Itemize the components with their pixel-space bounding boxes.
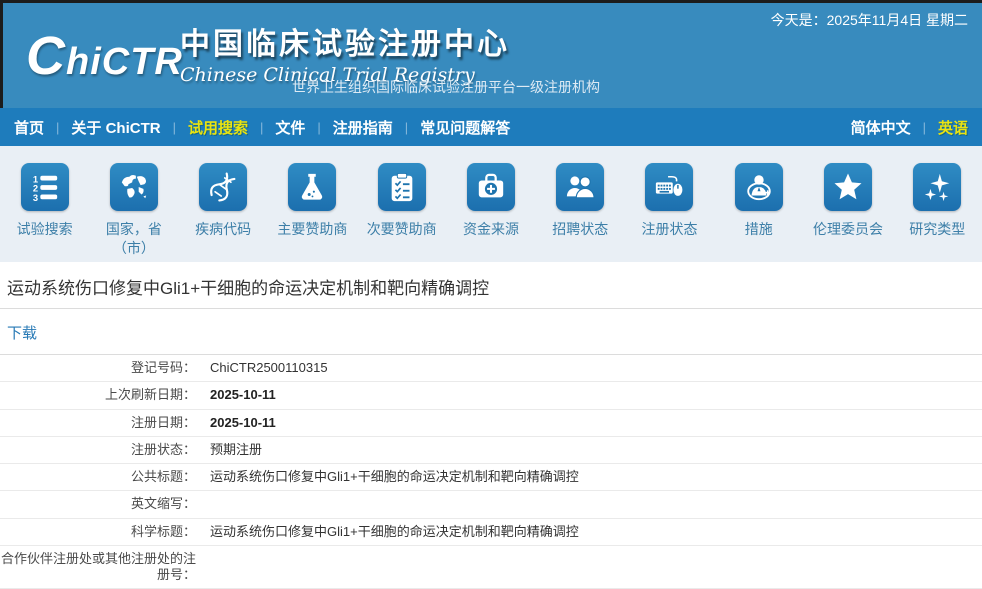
row-value: 预期注册 <box>210 436 982 463</box>
chictr-logo[interactable]: ChiCTR <box>26 26 183 92</box>
quicklink-label: 主要赞助商 <box>268 220 357 239</box>
row-label: 注册日期： <box>0 409 210 436</box>
nav-item[interactable]: 试用搜索 <box>188 117 248 138</box>
numbered-list-icon: 123 <box>21 163 69 211</box>
who-platform-subtitle: 世界卫生组织国际临床试验注册平台一级注册机构 <box>292 77 600 97</box>
row-label: 英文缩写： <box>0 491 210 518</box>
quicklink-item[interactable]: 伦理委员会 <box>803 163 892 262</box>
world-map-icon <box>110 163 158 211</box>
quicklink-label: 次要赞助商 <box>357 220 446 239</box>
quicklink-label: 研究类型 <box>893 220 982 239</box>
trial-detail-table: 登记号码：ChiCTR2500110315上次刷新日期：2025-10-11注册… <box>0 355 982 589</box>
row-label: 合作伙伴注册处或其他注册处的注册号： <box>0 545 210 589</box>
table-row: 上次刷新日期：2025-10-11 <box>0 382 982 409</box>
quicklink-label: 招聘状态 <box>536 220 625 239</box>
nav-item[interactable]: 注册指南 <box>333 117 393 138</box>
nav-separator: | <box>173 120 176 135</box>
quicklink-label: 疾病代码 <box>179 220 268 239</box>
row-value: 2025-10-11 <box>210 409 982 436</box>
page-title: 运动系统伤口修复中Gli1+干细胞的命运决定机制和靶向精确调控 <box>0 262 982 309</box>
row-label: 科学标题： <box>0 518 210 545</box>
language-switcher: 简体中文 | 英语 <box>851 117 968 138</box>
table-row: 注册状态：预期注册 <box>0 436 982 463</box>
quicklink-label: 伦理委员会 <box>803 220 892 239</box>
site-titles: 中国临床试验注册中心 Chinese Clinical Trial Regist… <box>180 19 510 86</box>
nav-item[interactable]: 常见问题解答 <box>420 117 510 138</box>
language-option[interactable]: 英语 <box>938 117 968 138</box>
quicklink-item[interactable]: 主要赞助商 <box>268 163 357 262</box>
nav-separator: | <box>923 120 926 135</box>
nav-separator: | <box>56 120 59 135</box>
nav-item[interactable]: 文件 <box>275 117 305 138</box>
row-value: 运动系统伤口修复中Gli1+干细胞的命运决定机制和靶向精确调控 <box>210 464 982 491</box>
nav-separator: | <box>317 120 320 135</box>
quicklink-label: 资金来源 <box>446 220 535 239</box>
download-row: 下载 <box>0 309 982 355</box>
quicklink-item[interactable]: 次要赞助商 <box>357 163 446 262</box>
medical-bag-icon <box>467 163 515 211</box>
site-header: ChiCTR 中国临床试验注册中心 Chinese Clinical Trial… <box>0 0 982 108</box>
row-value <box>210 491 982 518</box>
nav-item[interactable]: 关于 ChiCTR <box>71 117 160 138</box>
people-icon <box>556 163 604 211</box>
quicklink-label: 措施 <box>714 220 803 239</box>
today-date: 今天是：2025年11月4日 星期二 <box>771 10 968 30</box>
quicklink-item[interactable]: 国家，省（市） <box>89 163 178 262</box>
language-option[interactable]: 简体中文 <box>851 117 911 138</box>
row-value <box>210 545 982 589</box>
quicklinks-bar: 123 试验搜索国家，省（市）疾病代码主要赞助商次要赞助商资金来源招聘状态注册状态… <box>0 146 982 262</box>
clipboard-checklist-icon <box>378 163 426 211</box>
doctor-icon <box>735 163 783 211</box>
flask-icon <box>288 163 336 211</box>
svg-text:3: 3 <box>32 193 37 202</box>
quicklink-item[interactable]: 注册状态 <box>625 163 714 262</box>
row-value: 运动系统伤口修复中Gli1+干细胞的命运决定机制和靶向精确调控 <box>210 518 982 545</box>
row-label: 公共标题： <box>0 464 210 491</box>
download-link[interactable]: 下载 <box>7 325 37 342</box>
table-row: 注册日期：2025-10-11 <box>0 409 982 436</box>
trial-detail: 运动系统伤口修复中Gli1+干细胞的命运决定机制和靶向精确调控 下载 登记号码：… <box>0 262 982 589</box>
quicklink-item[interactable]: 研究类型 <box>893 163 982 262</box>
quicklink-item[interactable]: 招聘状态 <box>536 163 625 262</box>
nav-separator: | <box>405 120 408 135</box>
nav-separator: | <box>260 120 263 135</box>
quicklink-item[interactable]: 123 试验搜索 <box>0 163 89 262</box>
table-row: 合作伙伴注册处或其他注册处的注册号： <box>0 545 982 589</box>
site-title-chinese: 中国临床试验注册中心 <box>180 19 510 63</box>
table-row: 科学标题：运动系统伤口修复中Gli1+干细胞的命运决定机制和靶向精确调控 <box>0 518 982 545</box>
row-label: 上次刷新日期： <box>0 382 210 409</box>
row-value: 2025-10-11 <box>210 382 982 409</box>
quicklink-label: 注册状态 <box>625 220 714 239</box>
keyboard-mouse-icon <box>645 163 693 211</box>
quicklink-item[interactable]: 疾病代码 <box>179 163 268 262</box>
row-label: 登记号码： <box>0 355 210 382</box>
dna-icon <box>199 163 247 211</box>
quicklink-label: 试验搜索 <box>0 220 89 239</box>
table-row: 登记号码：ChiCTR2500110315 <box>0 355 982 382</box>
quicklink-label: 国家，省 <box>89 220 178 239</box>
quicklink-label-line2: （市） <box>89 239 178 258</box>
quicklink-item[interactable]: 措施 <box>714 163 803 262</box>
nav-menu: 首页 | 关于 ChiCTR | 试用搜索 | 文件 | 注册指南 | 常见问题解答 <box>14 117 510 138</box>
row-label: 注册状态： <box>0 436 210 463</box>
table-row: 英文缩写： <box>0 491 982 518</box>
quicklink-item[interactable]: 资金来源 <box>446 163 535 262</box>
star-icon <box>824 163 872 211</box>
table-row: 公共标题：运动系统伤口修复中Gli1+干细胞的命运决定机制和靶向精确调控 <box>0 464 982 491</box>
nav-item[interactable]: 首页 <box>14 117 44 138</box>
main-nav: 首页 | 关于 ChiCTR | 试用搜索 | 文件 | 注册指南 | 常见问题解答 简体中文 | 英语 <box>0 108 982 146</box>
sparkles-icon <box>913 163 961 211</box>
row-value: ChiCTR2500110315 <box>210 355 982 382</box>
